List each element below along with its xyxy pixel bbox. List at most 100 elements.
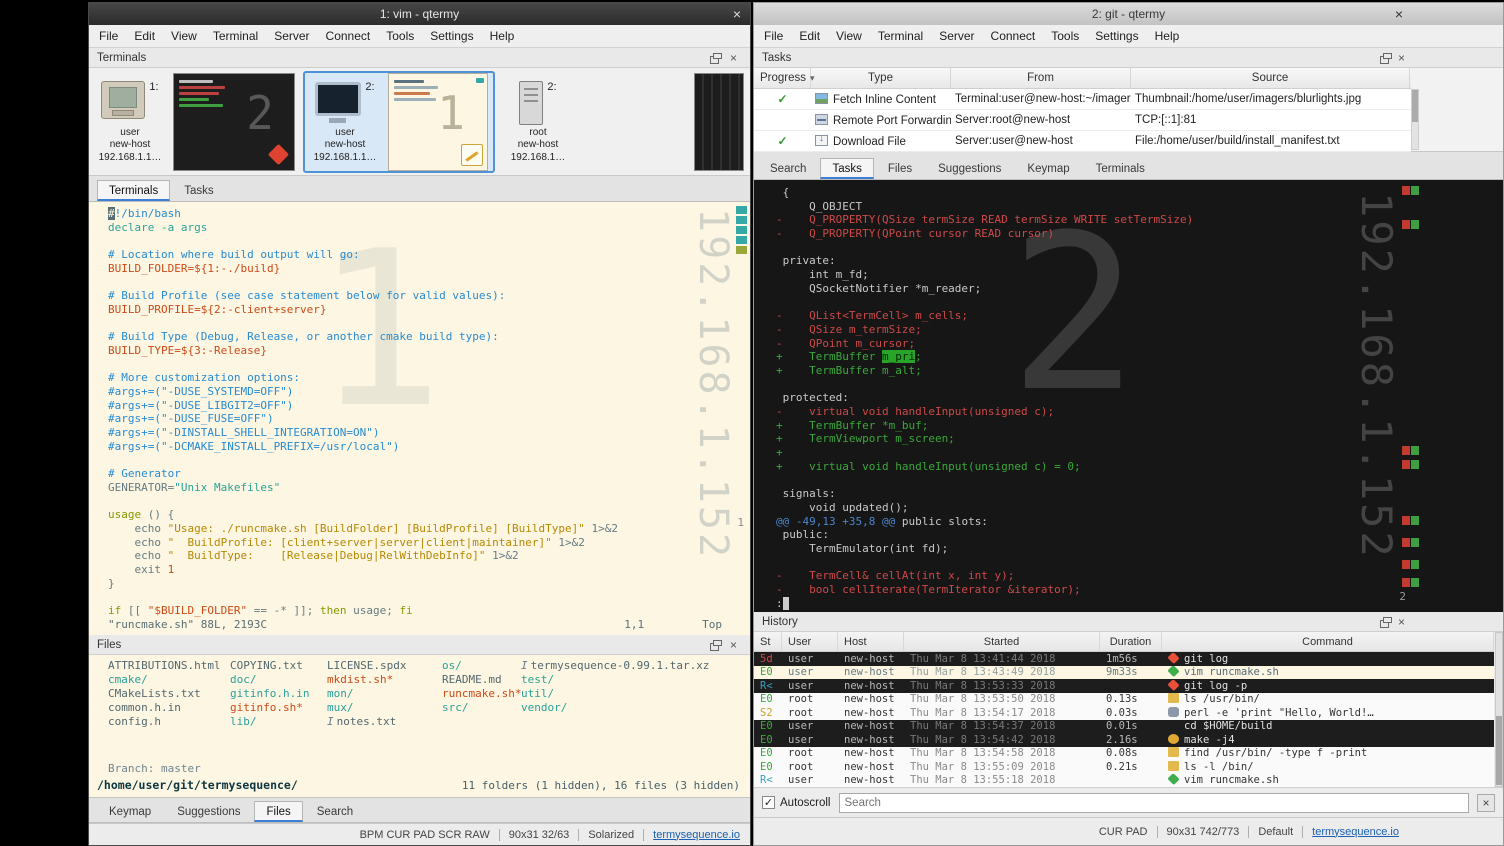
- task-row[interactable]: ✓Download FileServer:user@new-hostFile:/…: [754, 131, 1411, 152]
- file-entry[interactable]: README.md: [442, 673, 521, 687]
- task-row[interactable]: ✓Fetch Inline ContentTerminal:user@new-h…: [754, 89, 1411, 110]
- file-entry[interactable]: CMakeLists.txt: [108, 687, 230, 701]
- menu-tools[interactable]: Tools: [1043, 26, 1087, 46]
- menu-server[interactable]: Server: [266, 26, 317, 46]
- close-icon[interactable]: ×: [1395, 3, 1403, 25]
- menu-tools[interactable]: Tools: [378, 26, 422, 46]
- tab-suggestions[interactable]: Suggestions: [165, 801, 252, 822]
- history-row[interactable]: R<usernew-hostThu Mar 8 13:55:18 2018vim…: [754, 774, 1494, 788]
- autoscroll-checkbox[interactable]: ✓ Autoscroll: [762, 796, 831, 809]
- file-entry[interactable]: mon/: [327, 687, 442, 701]
- tasks-column-progress[interactable]: Progress▾: [754, 68, 811, 88]
- tasks-scrollbar[interactable]: [1411, 89, 1419, 150]
- close-panel-icon[interactable]: ×: [730, 51, 737, 65]
- file-entry[interactable]: cmake/: [108, 673, 230, 687]
- float-panel-icon[interactable]: [1380, 56, 1389, 64]
- history-row[interactable]: R<usernew-hostThu Mar 8 13:53:33 2018git…: [754, 679, 1494, 693]
- file-entry[interactable]: gitinfo.h.in: [230, 687, 327, 701]
- menu-terminal[interactable]: Terminal: [205, 26, 266, 46]
- file-entry[interactable]: util/: [521, 687, 750, 701]
- menu-server[interactable]: Server: [931, 26, 982, 46]
- tab-tasks[interactable]: Tasks: [172, 180, 225, 201]
- tab-suggestions[interactable]: Suggestions: [926, 158, 1013, 179]
- history-column-started[interactable]: Started: [904, 632, 1100, 651]
- file-entry[interactable]: ATTRIBUTIONS.html: [108, 659, 230, 673]
- menu-settings[interactable]: Settings: [1087, 26, 1146, 46]
- tab-search[interactable]: Search: [758, 158, 818, 179]
- file-entry[interactable]: Itermysequence-0.99.1.tar.xz: [521, 659, 750, 673]
- menu-connect[interactable]: Connect: [318, 26, 379, 46]
- tab-terminals[interactable]: Terminals: [97, 180, 170, 201]
- history-row[interactable]: E0rootnew-hostThu Mar 8 13:53:50 20180.1…: [754, 693, 1494, 707]
- history-close-button[interactable]: ×: [1477, 794, 1495, 812]
- menu-terminal[interactable]: Terminal: [870, 26, 931, 46]
- file-entry[interactable]: Inotes.txt: [327, 715, 442, 729]
- terminal-screen-1[interactable]: 1 192.168.1.152 #!/bin/bashdeclare -a ar…: [89, 202, 750, 635]
- file-entry[interactable]: os/: [442, 659, 521, 673]
- history-row[interactable]: E0usernew-hostThu Mar 8 13:43:49 20189m3…: [754, 666, 1494, 680]
- file-entry[interactable]: runcmake.sh*: [442, 687, 521, 701]
- file-entry[interactable]: vendor/: [521, 701, 750, 715]
- history-row[interactable]: E0usernew-hostThu Mar 8 13:54:42 20182.1…: [754, 733, 1494, 747]
- close-panel-icon[interactable]: ×: [1398, 615, 1405, 629]
- history-row[interactable]: E0rootnew-hostThu Mar 8 13:55:09 20180.2…: [754, 760, 1494, 774]
- terminal-thumbnail-partial[interactable]: [694, 73, 744, 171]
- menu-connect[interactable]: Connect: [983, 26, 1044, 46]
- file-entry[interactable]: LICENSE.spdx: [327, 659, 442, 673]
- tab-files[interactable]: Files: [254, 801, 302, 822]
- file-entry[interactable]: COPYING.txt: [230, 659, 327, 673]
- close-panel-icon[interactable]: ×: [730, 638, 737, 652]
- file-entry[interactable]: lib/: [230, 715, 327, 729]
- menu-edit[interactable]: Edit: [791, 26, 828, 46]
- menu-file[interactable]: File: [91, 26, 126, 46]
- terminal-item-2[interactable]: 2: user new-host 192.168.1.1…: [310, 79, 380, 165]
- menu-help[interactable]: Help: [482, 26, 523, 46]
- file-entry[interactable]: common.h.in: [108, 701, 230, 715]
- file-entry[interactable]: doc/: [230, 673, 327, 687]
- server-item-root[interactable]: 2: root new-host 192.168.1…: [503, 79, 573, 165]
- file-entry[interactable]: config.h: [108, 715, 230, 729]
- history-scrollbar[interactable]: [1495, 632, 1503, 787]
- float-panel-icon[interactable]: [710, 643, 719, 651]
- file-entry[interactable]: mux/: [327, 701, 442, 715]
- titlebar[interactable]: 1: vim - qtermy ×: [89, 3, 750, 25]
- tasks-column-source[interactable]: Source: [1131, 68, 1410, 88]
- tab-keymap[interactable]: Keymap: [1015, 158, 1081, 179]
- history-row[interactable]: 5dusernew-hostThu Mar 8 13:41:44 20181m5…: [754, 652, 1494, 666]
- terminal-screen-2[interactable]: 2 192.168.1.152 { Q_OBJECT- Q_PROPERTY(Q…: [754, 180, 1503, 612]
- file-entry[interactable]: mkdist.sh*: [327, 673, 442, 687]
- menu-view[interactable]: View: [163, 26, 205, 46]
- tasks-column-from[interactable]: From: [951, 68, 1131, 88]
- menu-file[interactable]: File: [756, 26, 791, 46]
- history-search-input[interactable]: [839, 793, 1470, 813]
- server-item-1[interactable]: 1: user new-host 192.168.1.1…: [95, 79, 165, 165]
- tasks-column-type[interactable]: Type: [811, 68, 951, 88]
- history-column-duration[interactable]: Duration: [1100, 632, 1162, 651]
- history-row[interactable]: E0rootnew-hostThu Mar 8 13:54:58 20180.0…: [754, 747, 1494, 761]
- float-panel-icon[interactable]: [710, 56, 719, 64]
- tab-search[interactable]: Search: [305, 801, 365, 822]
- file-entry[interactable]: src/: [442, 701, 521, 715]
- menu-view[interactable]: View: [828, 26, 870, 46]
- terminal-thumbnail-1[interactable]: 1: [388, 73, 488, 171]
- history-column-host[interactable]: Host: [838, 632, 904, 651]
- history-row[interactable]: S2rootnew-hostThu Mar 8 13:54:17 20180.0…: [754, 706, 1494, 720]
- history-column-command[interactable]: Command: [1162, 632, 1494, 651]
- task-row[interactable]: Remote Port ForwardingServer:root@new-ho…: [754, 110, 1411, 131]
- history-column-st[interactable]: St: [754, 632, 782, 651]
- selected-terminal-item[interactable]: 2: user new-host 192.168.1.1… 1: [303, 71, 495, 173]
- close-icon[interactable]: ×: [733, 3, 741, 25]
- titlebar[interactable]: 2: git - qtermy ×: [754, 3, 1503, 25]
- file-entry[interactable]: test/: [521, 673, 750, 687]
- history-column-user[interactable]: User: [782, 632, 838, 651]
- history-row[interactable]: E0usernew-hostThu Mar 8 13:54:37 20180.0…: [754, 720, 1494, 734]
- menu-settings[interactable]: Settings: [422, 26, 481, 46]
- close-panel-icon[interactable]: ×: [1398, 51, 1405, 65]
- terminal-thumbnail-2[interactable]: 2: [173, 73, 295, 171]
- float-panel-icon[interactable]: [1380, 620, 1389, 628]
- file-entry[interactable]: gitinfo.sh*: [230, 701, 327, 715]
- tab-files[interactable]: Files: [876, 158, 924, 179]
- tab-tasks[interactable]: Tasks: [820, 158, 873, 179]
- status-link[interactable]: termysequence.io: [653, 829, 740, 841]
- tab-keymap[interactable]: Keymap: [97, 801, 163, 822]
